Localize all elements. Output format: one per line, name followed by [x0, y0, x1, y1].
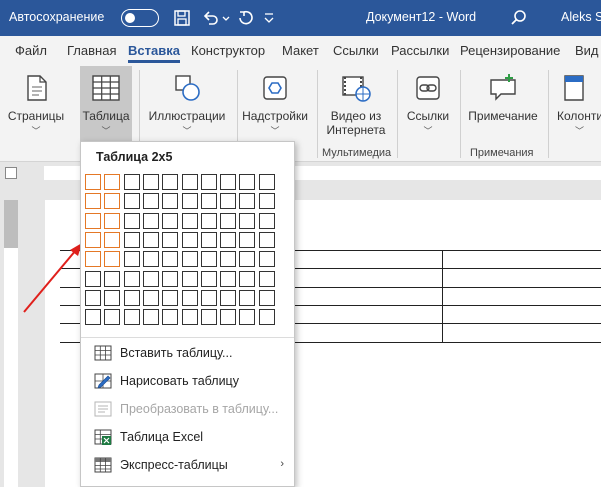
table-grid-cell[interactable] [104, 231, 121, 248]
quick-tables-label: Экспресс-таблицы [120, 458, 228, 472]
table-grid-cell[interactable] [220, 193, 237, 210]
table-grid-cell[interactable] [85, 289, 101, 306]
convert-to-table-icon [94, 401, 112, 417]
table-grid-cell[interactable] [85, 270, 101, 287]
table-grid-cell[interactable] [200, 270, 217, 287]
table-grid-cell[interactable] [220, 270, 237, 287]
table-grid-cell[interactable] [142, 174, 159, 190]
table-grid-cell[interactable] [142, 270, 159, 287]
draw-table-item[interactable]: Нарисовать таблицу [81, 367, 294, 395]
table-grid-cell[interactable] [220, 289, 237, 306]
table-grid-cell[interactable] [123, 231, 140, 248]
table-grid-cell[interactable] [181, 289, 198, 306]
table-grid-cell[interactable] [85, 251, 101, 268]
convert-to-table-label: Преобразовать в таблицу... [120, 402, 279, 416]
table-grid-cell[interactable] [239, 251, 256, 268]
excel-table-item[interactable]: Таблица Excel [81, 423, 294, 451]
table-grid-cell[interactable] [104, 289, 121, 306]
table-grid-cell[interactable] [123, 270, 140, 287]
table-grid-cell[interactable] [162, 231, 179, 248]
table-grid-cell[interactable] [104, 309, 121, 326]
table-grid-cell[interactable] [85, 309, 101, 326]
table-grid-cell[interactable] [220, 212, 237, 229]
table-grid-cell[interactable] [181, 174, 198, 190]
table-grid-cell[interactable] [181, 251, 198, 268]
table-grid-cell[interactable] [181, 212, 198, 229]
table-grid-cell[interactable] [85, 231, 101, 248]
table-grid-cell[interactable] [239, 289, 256, 306]
table-grid-cell[interactable] [162, 309, 179, 326]
table-grid-cell[interactable] [258, 251, 275, 268]
table-grid-cell[interactable] [258, 231, 275, 248]
table-grid-cell[interactable] [200, 193, 217, 210]
table-grid-cell[interactable] [258, 174, 275, 190]
table-grid-cell[interactable] [200, 309, 217, 326]
table-grid-cell[interactable] [239, 309, 256, 326]
table-grid-cell[interactable] [104, 174, 121, 190]
table-grid-cell[interactable] [162, 270, 179, 287]
excel-table-icon [94, 429, 112, 445]
table-grid-cell[interactable] [200, 289, 217, 306]
table-grid-cell[interactable] [239, 231, 256, 248]
table-grid-cell[interactable] [181, 270, 198, 287]
quick-tables-item[interactable]: Экспресс-таблицы › [81, 451, 294, 479]
table-grid-cell[interactable] [258, 212, 275, 229]
table-grid-cell[interactable] [123, 289, 140, 306]
insert-table-item[interactable]: Вставить таблицу... [81, 339, 294, 367]
table-grid-cell[interactable] [239, 174, 256, 190]
table-grid-cell[interactable] [200, 231, 217, 248]
table-grid-cell[interactable] [162, 212, 179, 229]
table-grid-cell[interactable] [258, 270, 275, 287]
menu-separator [81, 337, 294, 338]
draw-table-icon [94, 373, 112, 389]
table-grid-cell[interactable] [162, 174, 179, 190]
insert-table-label: Вставить таблицу... [120, 346, 233, 360]
table-grid-cell[interactable] [181, 231, 198, 248]
table-grid-cell[interactable] [104, 212, 121, 229]
table-grid-cell[interactable] [85, 212, 101, 229]
convert-to-table-item: Преобразовать в таблицу... [81, 395, 294, 423]
table-grid-cell[interactable] [123, 309, 140, 326]
table-grid-cell[interactable] [104, 251, 121, 268]
table-grid-cell[interactable] [123, 251, 140, 268]
table-grid-cell[interactable] [239, 193, 256, 210]
table-grid-cell[interactable] [85, 174, 101, 190]
draw-table-label: Нарисовать таблицу [120, 374, 239, 388]
table-grid-cell[interactable] [200, 174, 217, 190]
table-grid-cell[interactable] [162, 251, 179, 268]
table-grid-cell[interactable] [142, 251, 159, 268]
table-grid-cell[interactable] [220, 251, 237, 268]
table-grid-cell[interactable] [220, 174, 237, 190]
table-grid-cell[interactable] [123, 212, 140, 229]
table-grid-cell[interactable] [258, 193, 275, 210]
table-grid-cell[interactable] [239, 212, 256, 229]
table-grid-cell[interactable] [181, 193, 198, 210]
table-grid-cell[interactable] [258, 309, 275, 326]
table-dropdown-menu: Таблица 2x5 Вставить таблицу... Нарисова… [80, 141, 295, 487]
table-grid-cell[interactable] [258, 289, 275, 306]
table-grid-cell[interactable] [123, 193, 140, 210]
table-grid-cell[interactable] [162, 289, 179, 306]
table-grid-cell[interactable] [142, 231, 159, 248]
submenu-arrow-icon: › [280, 458, 284, 470]
table-grid-cell[interactable] [142, 193, 159, 210]
table-grid-cell[interactable] [123, 174, 140, 190]
table-grid-cell[interactable] [220, 231, 237, 248]
table-grid-cell[interactable] [142, 309, 159, 326]
table-grid-cell[interactable] [239, 270, 256, 287]
table-grid-cell[interactable] [142, 212, 159, 229]
quick-tables-icon [94, 457, 112, 473]
table-grid-cell[interactable] [104, 193, 121, 210]
table-grid-cell[interactable] [200, 251, 217, 268]
insert-table-icon [94, 345, 112, 361]
table-grid-cell[interactable] [162, 193, 179, 210]
table-size-title: Таблица 2x5 [96, 150, 173, 164]
table-grid-cell[interactable] [142, 289, 159, 306]
table-grid-cell[interactable] [85, 193, 101, 210]
table-grid-cell[interactable] [181, 309, 198, 326]
table-grid-cell[interactable] [200, 212, 217, 229]
table-grid-cell[interactable] [104, 270, 121, 287]
table-grid-cell[interactable] [220, 309, 237, 326]
excel-table-label: Таблица Excel [120, 430, 204, 444]
